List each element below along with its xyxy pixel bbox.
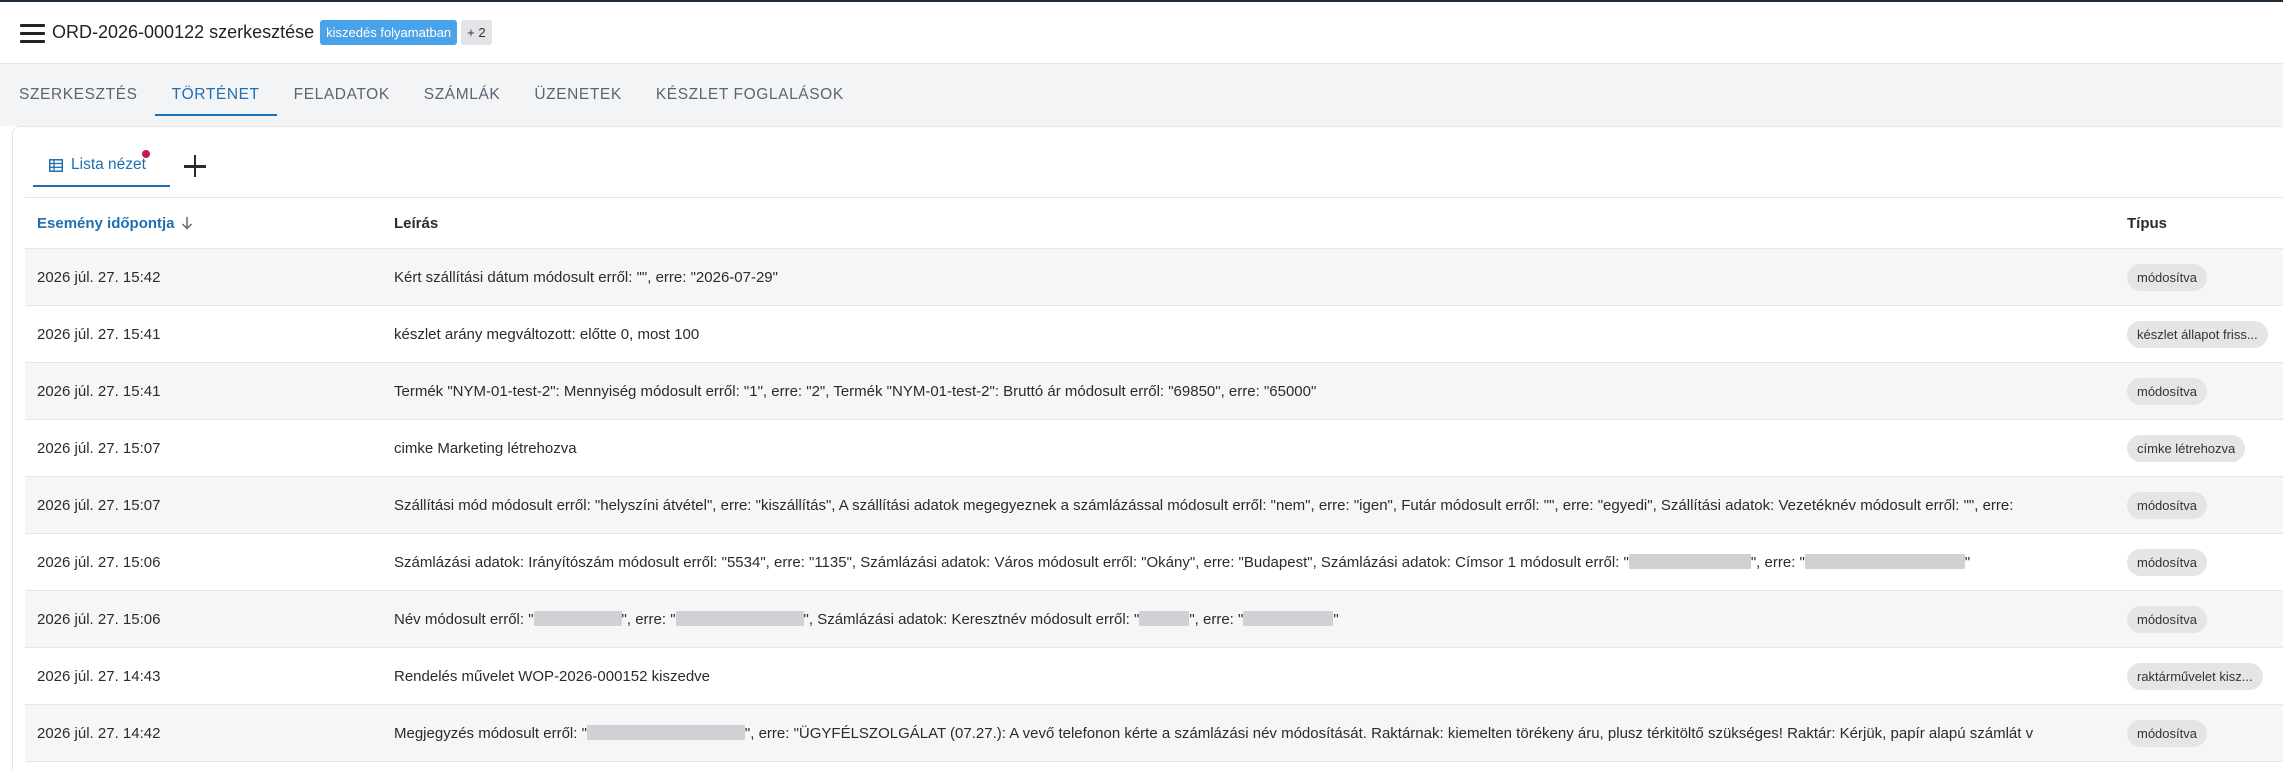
- event-description: Név módosult erről: " ", erre: " ", Számlá…: [394, 610, 1339, 628]
- table-row[interactable]: 2026 júl. 27. 15:41 Termék "NYM-01-test-…: [25, 363, 2283, 420]
- sort-arrow-down-icon[interactable]: [181, 216, 193, 230]
- event-description: Rendelés művelet WOP-2026-000152 kiszedv…: [394, 667, 711, 685]
- event-type-chip: módosítva: [2127, 548, 2207, 576]
- event-description: Kért szállítási dátum módosult erről: ""…: [394, 268, 778, 286]
- redacted-value: [586, 724, 745, 740]
- event-description: cimke Marketing létrehozva: [394, 439, 577, 457]
- table-row[interactable]: 2026 júl. 27. 15:06 Számlázási adatok: I…: [25, 534, 2283, 591]
- hamburger-menu-icon[interactable]: [20, 22, 46, 44]
- event-time: 2026 júl. 27. 15:41: [37, 382, 161, 400]
- status-badge: kiszedés folyamatban: [320, 20, 458, 45]
- event-description: Megjegyzés módosult erről: " ", erre: "ÜG…: [394, 724, 2034, 742]
- plus-icon[interactable]: [182, 153, 208, 179]
- column-header-type[interactable]: Típus: [2115, 215, 2283, 232]
- table-row[interactable]: 2026 júl. 27. 15:07 cimke Marketing létr…: [25, 420, 2283, 477]
- tab-szerkesztes[interactable]: SZERKESZTÉS: [2, 64, 155, 126]
- list-view-label: Lista nézet: [71, 156, 146, 173]
- event-time: 2026 júl. 27. 15:06: [37, 553, 161, 571]
- event-type-chip: címke létrehozva: [2127, 434, 2246, 462]
- event-time: 2026 júl. 27. 15:06: [37, 610, 161, 628]
- view-bar: Lista nézet: [33, 145, 208, 187]
- event-time: 2026 júl. 27. 15:41: [37, 325, 161, 343]
- event-type-chip: módosítva: [2127, 377, 2207, 405]
- table-row[interactable]: 2026 júl. 27. 15:42 Kért szállítási dátu…: [25, 249, 2283, 306]
- event-type-chip: módosítva: [2127, 605, 2207, 633]
- table-row[interactable]: 2026 júl. 27. 15:06 Név módosult erről: …: [25, 591, 2283, 648]
- redacted-value: [1139, 610, 1190, 626]
- event-time: 2026 júl. 27. 15:07: [37, 439, 161, 457]
- table-row[interactable]: 2026 júl. 27. 15:07 Szállítási mód módos…: [25, 477, 2283, 534]
- history-table: Esemény időpontja Leírás Típus 2026 júl.…: [25, 197, 2283, 762]
- event-description: Számlázási adatok: Irányítószám módosult…: [394, 553, 1971, 571]
- column-header-description[interactable]: Leírás: [382, 215, 2115, 232]
- list-view-tab[interactable]: Lista nézet: [33, 145, 170, 187]
- event-time: 2026 júl. 27. 14:42: [37, 724, 161, 742]
- event-type-chip: módosítva: [2127, 263, 2207, 291]
- event-time: 2026 júl. 27. 15:07: [37, 496, 161, 514]
- event-time: 2026 júl. 27. 14:43: [37, 667, 161, 685]
- redacted-value: [675, 610, 804, 626]
- redacted-value: [1628, 553, 1751, 569]
- event-time: 2026 júl. 27. 15:42: [37, 268, 161, 286]
- table-grid-icon: [49, 158, 63, 172]
- more-status-badge[interactable]: + 2: [461, 20, 492, 45]
- tab-uzenetek[interactable]: ÜZENETEK: [517, 64, 638, 126]
- table-row[interactable]: 2026 júl. 27. 15:41 készlet arány megvál…: [25, 306, 2283, 363]
- table-row[interactable]: 2026 júl. 27. 14:42 Megjegyzés módosult …: [25, 705, 2283, 762]
- event-type-chip: módosítva: [2127, 719, 2207, 747]
- unsaved-indicator-dot: [141, 150, 150, 158]
- tab-szamlak[interactable]: SZÁMLÁK: [407, 64, 518, 126]
- redacted-value: [1243, 610, 1334, 626]
- event-description: Szállítási mód módosult erről: "helyszín…: [394, 496, 2014, 514]
- event-description: készlet arány megváltozott: előtte 0, mo…: [394, 325, 700, 343]
- tab-keszlet-foglalasok[interactable]: KÉSZLET FOGLALÁSOK: [639, 64, 861, 126]
- tab-tortenet[interactable]: TÖRTÉNET: [154, 64, 277, 126]
- event-type-chip: raktárművelet kisz...: [2127, 662, 2263, 690]
- redacted-value: [1804, 553, 1965, 569]
- history-panel: Lista nézet Esemény időpontja Leírás Típ…: [12, 126, 2283, 770]
- event-type-chip: készlet állapot friss...: [2127, 320, 2268, 348]
- table-header: Esemény időpontja Leírás Típus: [25, 197, 2283, 249]
- app-header: ORD-2026-000122 szerkesztése kiszedés fo…: [0, 0, 2283, 64]
- column-header-time[interactable]: Esemény időpontja: [25, 215, 382, 232]
- tab-bar: SZERKESZTÉS TÖRTÉNET FELADATOK SZÁMLÁK Ü…: [0, 64, 2283, 126]
- event-description: Termék "NYM-01-test-2": Mennyiség módosu…: [394, 382, 1317, 400]
- event-type-chip: módosítva: [2127, 491, 2207, 519]
- page-title: ORD-2026-000122 szerkesztése: [52, 22, 315, 42]
- tab-feladatok[interactable]: FELADATOK: [277, 64, 407, 126]
- redacted-value: [533, 610, 622, 626]
- table-row[interactable]: 2026 júl. 27. 14:43 Rendelés művelet WOP…: [25, 648, 2283, 705]
